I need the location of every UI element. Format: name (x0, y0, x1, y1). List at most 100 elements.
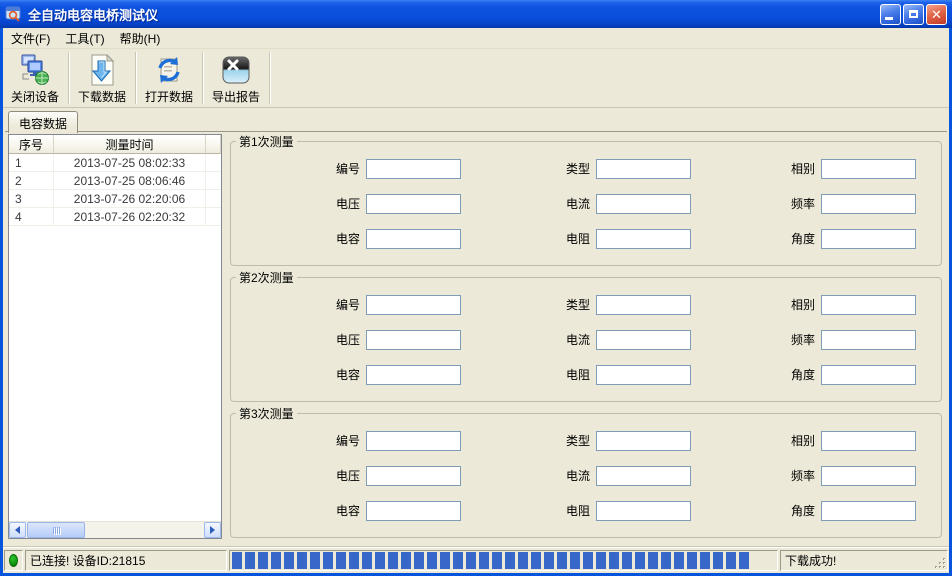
progress-segment (362, 552, 372, 569)
input-type-3[interactable] (596, 430, 691, 451)
input-resistance-2[interactable] (596, 364, 691, 385)
cell-time: 2013-07-25 08:02:33 (54, 154, 206, 172)
close-device-button[interactable]: 关闭设备 (3, 49, 67, 107)
scrollbar-thumb[interactable] (27, 522, 85, 538)
table-row[interactable]: 1 2013-07-25 08:02:33 (9, 154, 221, 172)
progress-segment (258, 552, 268, 569)
app-window: 全自动电容电桥测试仪 ✕ 文件(F) 工具(T) 帮助(H) 关闭设备 下载数据… (0, 0, 952, 576)
input-frequency-3[interactable] (821, 465, 916, 486)
table-row[interactable]: 4 2013-07-26 02:20:32 (9, 208, 221, 226)
cell-index: 3 (9, 190, 54, 208)
download-data-button[interactable]: 下载数据 (70, 49, 134, 107)
input-resistance-1[interactable] (596, 228, 691, 249)
progress-segment (336, 552, 346, 569)
progress-segment (492, 552, 502, 569)
status-message-text: 下载成功! (785, 554, 837, 568)
toolbar-button-label: 导出报告 (211, 90, 260, 104)
input-type-1[interactable] (596, 158, 691, 179)
input-capacitance-1[interactable] (366, 228, 461, 249)
input-angle-3[interactable] (821, 500, 916, 521)
group-title: 第3次测量 (239, 407, 294, 421)
field-label-capacitance: 电容 (335, 504, 360, 518)
scrollbar-track[interactable] (86, 522, 204, 538)
field-cell: 频率 (691, 193, 941, 214)
scroll-right-button[interactable] (204, 522, 221, 538)
cell-time: 2013-07-26 02:20:32 (54, 208, 206, 226)
table-row[interactable]: 3 2013-07-26 02:20:06 (9, 190, 221, 208)
input-number-1[interactable] (366, 158, 461, 179)
field-label-capacitance: 电容 (335, 232, 360, 246)
close-button[interactable]: ✕ (926, 3, 947, 25)
input-voltage-2[interactable] (366, 329, 461, 350)
progress-segment (427, 552, 437, 569)
input-resistance-3[interactable] (596, 500, 691, 521)
input-phase-1[interactable] (821, 158, 916, 179)
field-cell: 电容 (231, 364, 461, 385)
minimize-icon (885, 16, 893, 20)
input-current-2[interactable] (596, 329, 691, 350)
input-angle-2[interactable] (821, 364, 916, 385)
field-grid: 编号 类型 相别 电压 电流 频率 电容 电阻 角度 (231, 150, 941, 256)
menu-help[interactable]: 帮助(H) (113, 28, 168, 49)
field-label-capacitance: 电容 (335, 368, 360, 382)
measurement-groups: 第1次测量 编号 类型 相别 电压 电流 频率 电容 电阻 角度 第2次测量 编号 类型 相别 电压 电流 频率… (230, 133, 942, 539)
progress-segment (323, 552, 333, 569)
progress-segment (674, 552, 684, 569)
field-label-resistance: 电阻 (565, 232, 590, 246)
column-header-filler (206, 135, 221, 154)
input-frequency-2[interactable] (821, 329, 916, 350)
input-phase-2[interactable] (821, 294, 916, 315)
open-data-button[interactable]: 打开数据 (137, 49, 201, 107)
export-report-button[interactable]: 导出报告 (204, 49, 268, 107)
field-cell: 电阻 (461, 228, 691, 249)
maximize-button[interactable] (903, 3, 924, 25)
cell-filler (206, 172, 221, 190)
field-cell: 类型 (461, 430, 691, 451)
input-current-3[interactable] (596, 465, 691, 486)
input-number-3[interactable] (366, 430, 461, 451)
menu-tools[interactable]: 工具(T) (58, 28, 111, 49)
progress-segment (648, 552, 658, 569)
tab-capacitance-data[interactable]: 电容数据 (8, 111, 79, 133)
field-label-resistance: 电阻 (565, 504, 590, 518)
field-label-frequency: 频率 (790, 197, 815, 211)
input-voltage-3[interactable] (366, 465, 461, 486)
group-title: 第1次测量 (239, 135, 294, 149)
field-label-voltage: 电压 (335, 333, 360, 347)
column-header-time[interactable]: 测量时间 (54, 135, 206, 154)
input-frequency-1[interactable] (821, 193, 916, 214)
toolbar: 关闭设备 下载数据 打开数据 导出报告 (3, 49, 949, 108)
horizontal-scrollbar[interactable] (9, 521, 221, 538)
input-phase-3[interactable] (821, 430, 916, 451)
field-label-voltage: 电压 (335, 197, 360, 211)
menu-file[interactable]: 文件(F) (4, 28, 57, 49)
resize-grip-icon[interactable] (934, 557, 947, 570)
field-cell: 频率 (691, 465, 941, 486)
field-cell: 电阻 (461, 364, 691, 385)
field-label-voltage: 电压 (335, 469, 360, 483)
column-header-index[interactable]: 序号 (9, 135, 54, 154)
menu-bar: 文件(F) 工具(T) 帮助(H) (3, 28, 949, 49)
input-capacitance-2[interactable] (366, 364, 461, 385)
input-voltage-1[interactable] (366, 193, 461, 214)
field-label-number: 编号 (335, 298, 360, 312)
input-capacitance-3[interactable] (366, 500, 461, 521)
minimize-button[interactable] (880, 3, 901, 25)
tab-strip-line (5, 131, 947, 132)
cell-time: 2013-07-26 02:20:06 (54, 190, 206, 208)
table-row[interactable]: 2 2013-07-25 08:06:46 (9, 172, 221, 190)
app-icon[interactable] (5, 5, 23, 23)
measurement-group-3: 第3次测量 编号 类型 相别 电压 电流 频率 电容 电阻 角度 (230, 405, 942, 538)
toolbar-separator (135, 52, 136, 104)
network-devices-icon (21, 54, 49, 85)
input-number-2[interactable] (366, 294, 461, 315)
input-type-2[interactable] (596, 294, 691, 315)
cell-filler (206, 208, 221, 226)
field-cell: 类型 (461, 294, 691, 315)
input-angle-1[interactable] (821, 228, 916, 249)
input-current-1[interactable] (596, 193, 691, 214)
field-cell: 电流 (461, 329, 691, 350)
window-title: 全自动电容电桥测试仪 (28, 7, 159, 23)
scroll-left-button[interactable] (9, 522, 26, 538)
field-label-resistance: 电阻 (565, 368, 590, 382)
